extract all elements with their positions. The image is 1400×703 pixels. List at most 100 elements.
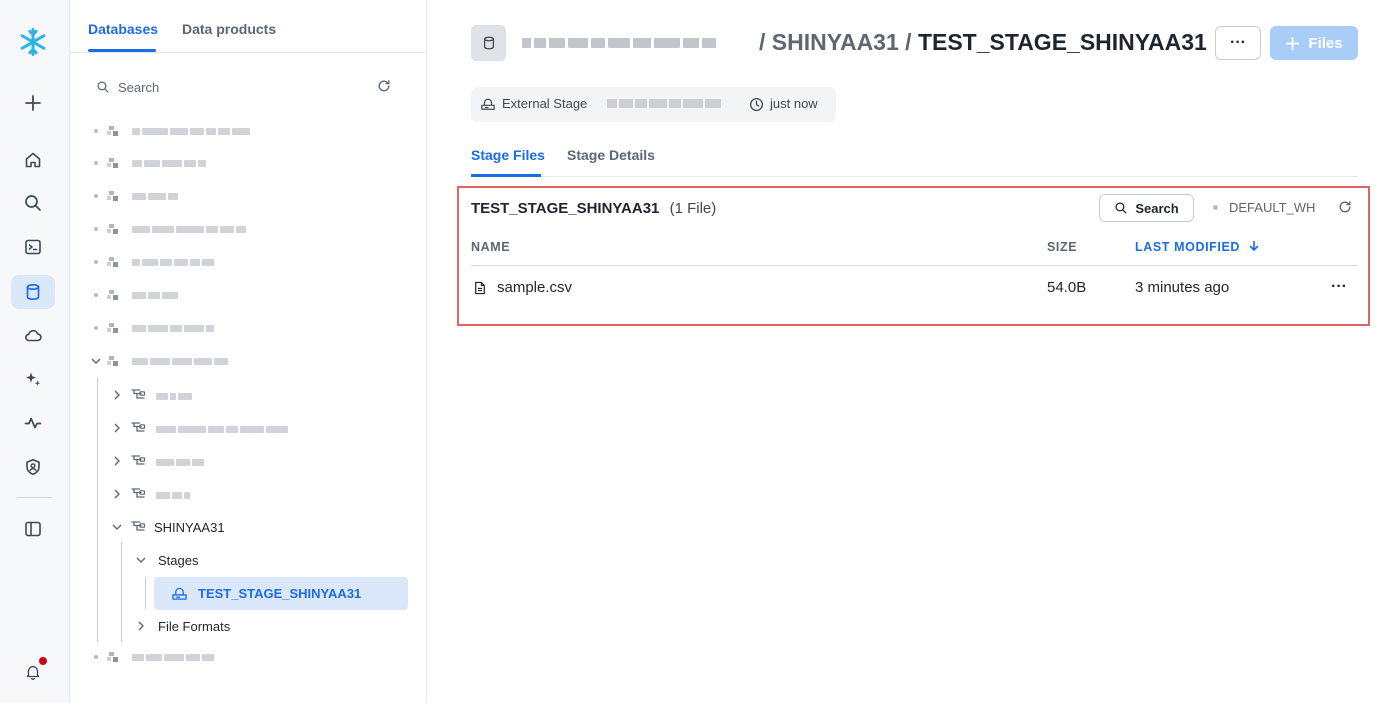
- column-last-modified[interactable]: LAST MODIFIED: [1135, 240, 1260, 254]
- files-panel-stage-name: TEST_STAGE_SHINYAA31: [471, 200, 660, 217]
- schema-icon: [131, 488, 146, 498]
- redacted-database-name[interactable]: [132, 257, 214, 267]
- chevron-right-icon[interactable]: [90, 651, 102, 663]
- notification-badge: [39, 657, 47, 665]
- table-row[interactable]: sample.csv 54.0B 3 minutes ago ···: [471, 268, 1358, 308]
- chevron-right-icon[interactable]: [111, 422, 123, 434]
- plus-icon: [1286, 36, 1300, 50]
- breadcrumb-schema[interactable]: SHINYAA31: [772, 29, 899, 55]
- search-icon: [1115, 202, 1127, 214]
- cloud-icon[interactable]: [11, 318, 55, 352]
- chevron-right-icon[interactable]: [111, 488, 123, 500]
- database-icon: [107, 126, 118, 136]
- sort-descending-icon: [1249, 240, 1259, 252]
- tree-item-schema[interactable]: SHINYAA31: [154, 512, 225, 542]
- redacted-database-name[interactable]: [132, 323, 214, 333]
- chevron-down-icon[interactable]: [111, 521, 123, 533]
- tree-item-file-formats[interactable]: File Formats: [158, 611, 230, 641]
- row-more-actions-icon[interactable]: ···: [1331, 278, 1347, 296]
- redacted-schema-name: [156, 490, 190, 500]
- column-size[interactable]: SIZE: [1047, 240, 1077, 254]
- redacted-database-name[interactable]: [132, 224, 246, 234]
- search-icon: [97, 81, 109, 93]
- worksheets-icon[interactable]: [11, 230, 55, 264]
- search-placeholder: Search: [118, 79, 160, 95]
- stage-icon: [172, 587, 187, 600]
- breadcrumb: / SHINYAA31 / TEST_STAGE_SHINYAA31: [759, 29, 1207, 56]
- tree-guide-line: [145, 577, 146, 609]
- redacted-database-name[interactable]: [132, 652, 214, 662]
- stage-type-icon: [471, 25, 506, 61]
- database-icon[interactable]: [11, 275, 55, 309]
- last-updated-label: just now: [770, 96, 818, 111]
- tab-databases[interactable]: Databases: [88, 21, 158, 37]
- search-icon[interactable]: [11, 186, 55, 220]
- chevron-right-icon[interactable]: [90, 322, 102, 334]
- explorer-search-input[interactable]: Search: [96, 76, 366, 98]
- chevron-right-icon[interactable]: [90, 256, 102, 268]
- file-name[interactable]: sample.csv: [497, 279, 572, 296]
- file-formats-label: File Formats: [158, 618, 231, 634]
- chevron-right-icon[interactable]: [111, 389, 123, 401]
- active-tab-indicator: [88, 49, 156, 52]
- database-icon: [107, 158, 118, 168]
- chevron-right-icon[interactable]: [90, 190, 102, 202]
- redacted-schema-name: [156, 457, 204, 467]
- tab-data-products[interactable]: Data products: [182, 21, 276, 37]
- redacted-database-name[interactable]: [132, 356, 228, 366]
- column-name[interactable]: NAME: [471, 240, 510, 254]
- stage-files-panel: TEST_STAGE_SHINYAA31 (1 File) Search DEF…: [457, 186, 1370, 326]
- refresh-icon[interactable]: [1337, 199, 1353, 215]
- chevron-right-icon[interactable]: [90, 223, 102, 235]
- tree-item-stage-selected[interactable]: TEST_STAGE_SHINYAA31: [154, 577, 408, 610]
- files-search-button[interactable]: Search: [1099, 194, 1194, 222]
- tree-item-stages[interactable]: Stages: [158, 545, 198, 575]
- more-actions-button[interactable]: ···: [1215, 26, 1261, 60]
- chevron-right-icon[interactable]: [90, 157, 102, 169]
- redacted-owner: [607, 99, 721, 108]
- snowflake-logo-icon[interactable]: [11, 25, 55, 59]
- redacted-database-name[interactable]: [132, 290, 178, 300]
- stage-tabs: Stage Files Stage Details: [471, 146, 1358, 177]
- ai-sparkle-icon[interactable]: [11, 362, 55, 396]
- warehouse-label[interactable]: DEFAULT_WH: [1229, 200, 1315, 215]
- rail-divider: [17, 497, 52, 498]
- database-icon: [483, 36, 494, 50]
- activity-icon[interactable]: [11, 406, 55, 440]
- active-tab-indicator: [471, 174, 541, 177]
- stages-folder-label: Stages: [158, 552, 199, 568]
- chevron-right-icon[interactable]: [90, 125, 102, 137]
- tab-stage-files[interactable]: Stage Files: [471, 147, 545, 163]
- files-button-label: Files: [1308, 34, 1343, 52]
- stage-meta-chip: External Stage just now: [471, 87, 836, 122]
- database-icon: [107, 323, 118, 333]
- explorer-tabs: Databases Data products: [70, 0, 427, 53]
- files-search-label: Search: [1135, 200, 1179, 216]
- home-icon[interactable]: [11, 143, 55, 177]
- chevron-down-icon[interactable]: [135, 554, 147, 566]
- chevron-down-icon[interactable]: [90, 355, 102, 367]
- redacted-database-name[interactable]: [132, 158, 206, 168]
- tree-guide-line: [97, 378, 98, 642]
- stage-type-label: External Stage: [502, 96, 588, 111]
- plus-icon[interactable]: [11, 86, 55, 120]
- database-icon: [107, 224, 118, 234]
- clock-icon: [749, 97, 764, 112]
- tree-guide-line: [121, 542, 122, 642]
- chevron-right-icon[interactable]: [111, 455, 123, 467]
- redacted-database-name[interactable]: [132, 126, 250, 136]
- tab-stage-details[interactable]: Stage Details: [567, 147, 655, 163]
- redacted-database-name: [522, 36, 716, 50]
- breadcrumb-separator: /: [759, 29, 766, 55]
- warehouse-status-dot: [1213, 205, 1218, 210]
- refresh-icon[interactable]: [376, 78, 392, 94]
- chevron-right-icon[interactable]: [90, 289, 102, 301]
- redacted-database-name[interactable]: [132, 191, 178, 201]
- breadcrumb-separator: /: [905, 29, 912, 55]
- collapse-panel-icon[interactable]: [11, 512, 55, 546]
- chevron-right-icon[interactable]: [135, 620, 147, 632]
- admin-shield-icon[interactable]: [11, 450, 55, 484]
- notifications-bell-icon[interactable]: [11, 655, 55, 689]
- database-icon: [107, 356, 118, 366]
- add-files-button[interactable]: Files: [1270, 26, 1358, 60]
